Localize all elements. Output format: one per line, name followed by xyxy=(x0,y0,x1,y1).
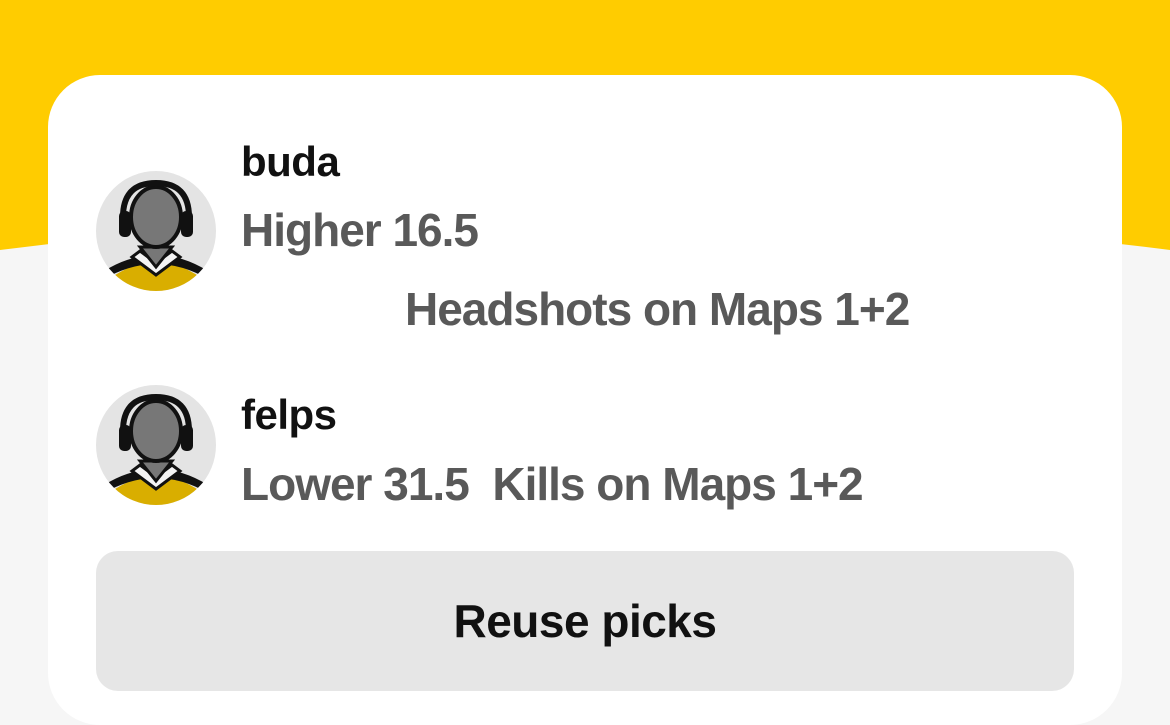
reuse-picks-button[interactable]: Reuse picks xyxy=(96,551,1074,691)
pick-row[interactable]: buda Higher 16.5 Headshots on Maps 1+2 xyxy=(48,75,1122,345)
pick-stat: Kills on Maps 1+2 xyxy=(492,458,863,510)
pick-projection: Lower 31.5 Kills on Maps 1+2 xyxy=(241,458,864,510)
player-silhouette-icon xyxy=(104,179,208,291)
pick-direction: Higher xyxy=(241,204,382,256)
pick-projection: Higher 16.5 xyxy=(241,204,479,256)
player-silhouette-icon xyxy=(104,393,208,505)
pick-row[interactable]: felps Lower 31.5 Kills on Maps 1+2 xyxy=(48,375,1122,525)
reuse-picks-label: Reuse picks xyxy=(453,595,717,647)
player-avatar xyxy=(96,171,216,291)
player-name: felps xyxy=(241,391,337,438)
player-name: buda xyxy=(241,138,340,185)
pick-stat: Headshots on Maps 1+2 xyxy=(405,283,910,335)
player-avatar xyxy=(96,385,216,505)
pick-direction: Lower xyxy=(241,458,372,510)
picks-card: buda Higher 16.5 Headshots on Maps 1+2 f… xyxy=(48,75,1122,725)
pick-line-value: 16.5 xyxy=(392,204,479,256)
pick-line-value: 31.5 xyxy=(383,458,470,510)
